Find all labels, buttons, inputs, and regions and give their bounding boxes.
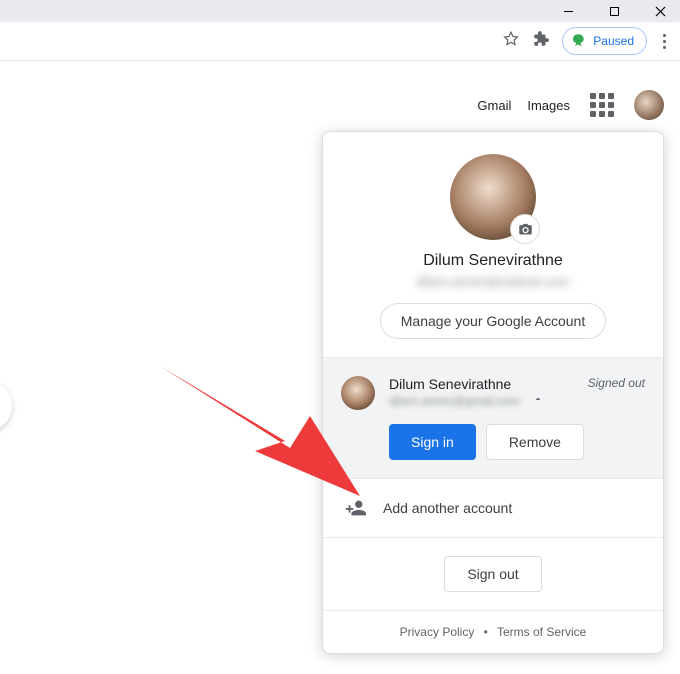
- secondary-account-email: dilum.senev@gmail.com: [389, 394, 520, 408]
- account-popover: Dilum Senevirathne dilum.senev@outlook.c…: [322, 131, 664, 654]
- add-account-label: Add another account: [383, 500, 512, 516]
- sign-out-button[interactable]: Sign out: [444, 556, 541, 592]
- left-pager-bubble[interactable]: [0, 381, 12, 431]
- extensions-icon[interactable]: [532, 30, 550, 53]
- chevron-up-icon[interactable]: [532, 392, 544, 409]
- account-name: Dilum Senevirathne: [343, 252, 643, 270]
- close-button[interactable]: [640, 0, 680, 22]
- terms-link[interactable]: Terms of Service: [497, 625, 586, 639]
- profile-bird-icon: [571, 33, 587, 49]
- profile-paused-pill[interactable]: Paused: [562, 27, 647, 55]
- browser-menu-icon[interactable]: [659, 30, 670, 53]
- manage-account-button[interactable]: Manage your Google Account: [380, 303, 606, 339]
- window-titlebar: [0, 0, 680, 22]
- camera-icon: [518, 222, 533, 237]
- secondary-account-avatar: [341, 376, 375, 410]
- change-photo-button[interactable]: [510, 214, 540, 244]
- privacy-link[interactable]: Privacy Policy: [400, 625, 475, 639]
- signed-out-label: Signed out: [588, 376, 645, 390]
- sign-in-button[interactable]: Sign in: [389, 424, 476, 460]
- secondary-account-name: Dilum Senevirathne: [389, 376, 574, 392]
- star-icon[interactable]: [502, 30, 520, 53]
- person-add-icon: [345, 497, 367, 519]
- nav-images-link[interactable]: Images: [527, 98, 570, 113]
- remove-account-button[interactable]: Remove: [486, 424, 584, 460]
- nav-gmail-link[interactable]: Gmail: [477, 98, 511, 113]
- account-email: dilum.senev@outlook.com: [343, 274, 643, 289]
- minimize-button[interactable]: [548, 0, 588, 22]
- account-avatar-small[interactable]: [634, 90, 664, 120]
- account-footer: Privacy Policy • Terms of Service: [323, 610, 663, 653]
- maximize-button[interactable]: [594, 0, 634, 22]
- footer-dot-separator: •: [484, 625, 488, 639]
- google-top-nav: Gmail Images: [477, 89, 664, 121]
- apps-grid-icon[interactable]: [586, 89, 618, 121]
- add-account-row[interactable]: Add another account: [323, 479, 663, 538]
- secondary-account-section: Dilum Senevirathne dilum.senev@gmail.com…: [323, 357, 663, 479]
- paused-label: Paused: [593, 34, 634, 48]
- toolbar: Paused: [0, 22, 680, 61]
